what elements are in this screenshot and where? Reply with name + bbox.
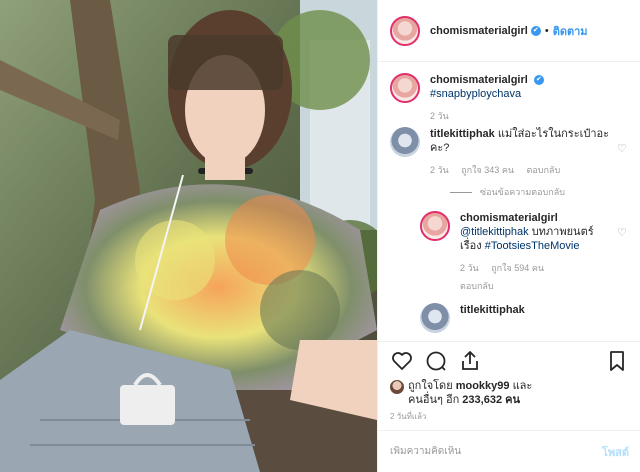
- reply-likes[interactable]: ถูกใจ 594 คน: [491, 263, 544, 273]
- reply-like-heart-icon[interactable]: ♡: [617, 227, 629, 239]
- reply-avatar[interactable]: [420, 211, 450, 241]
- comment-icon[interactable]: [424, 349, 448, 373]
- post-photo[interactable]: [0, 0, 377, 472]
- verified-badge-icon: ✔: [530, 25, 541, 36]
- commenter-avatar[interactable]: [390, 127, 420, 157]
- caption-hashtag[interactable]: #snapbyploychava: [430, 88, 521, 100]
- reply-reply-button[interactable]: ตอบกลับ: [460, 279, 494, 293]
- comment-reply-button[interactable]: ตอบกลับ: [527, 165, 561, 175]
- likes-text: ถูกใจโดย mookky99 และ คนอื่นๆ อีก 233,63…: [408, 379, 532, 407]
- liker-username[interactable]: mookky99: [456, 380, 510, 392]
- post-side-panel: chomismaterialgirl ✔ • ติดตาม chomismate…: [377, 0, 640, 472]
- reply-avatar[interactable]: [420, 303, 450, 333]
- add-comment-bar: โพสต์: [378, 430, 640, 472]
- heart-icon[interactable]: [390, 349, 414, 373]
- post-age[interactable]: 2 วันที่แล้ว: [390, 410, 426, 423]
- comment-input[interactable]: [390, 446, 602, 457]
- likes-middle: และ: [509, 380, 533, 392]
- comment-item: titlekittiphak แม่ใส่อะไรในกระเป๋าอะคะ? …: [390, 127, 629, 177]
- reply-username[interactable]: chomismaterialgirl: [460, 212, 558, 224]
- follow-button[interactable]: ติดตาม: [553, 22, 588, 40]
- caption-comment: chomismaterialgirl ✔ #snapbyploychava 2 …: [390, 73, 629, 123]
- hide-replies-toggle[interactable]: ซ่อนข้อความตอบกลับ: [450, 185, 629, 199]
- header-separator: •: [544, 24, 549, 37]
- comment-username[interactable]: titlekittiphak: [430, 128, 495, 140]
- hide-replies-label: ซ่อนข้อความตอบกลับ: [480, 187, 565, 197]
- post-header: chomismaterialgirl ✔ • ติดตาม: [378, 0, 640, 62]
- comment-like-heart-icon[interactable]: ♡: [617, 143, 629, 155]
- reply-username[interactable]: titlekittiphak: [460, 304, 525, 316]
- reply-mention[interactable]: @titlekittiphak: [460, 226, 529, 238]
- reply-hashtag[interactable]: #TootsiesTheMovie: [485, 240, 580, 252]
- author-avatar[interactable]: [390, 15, 420, 46]
- post-photo-illustration: [0, 0, 377, 472]
- likes-summary: ถูกใจโดย mookky99 และ คนอื่นๆ อีก 233,63…: [390, 379, 630, 407]
- bookmark-icon[interactable]: [605, 349, 629, 373]
- reply-time[interactable]: 2 วัน: [460, 263, 479, 273]
- comment-likes[interactable]: ถูกใจ 343 คน: [461, 165, 514, 175]
- liker-avatar[interactable]: [390, 380, 404, 394]
- comments-list[interactable]: chomismaterialgirl ✔ #snapbyploychava 2 …: [378, 63, 640, 341]
- reply-meta: 2 วัน ถูกใจ 594 คน ตอบกลับ: [460, 261, 611, 293]
- caption-time[interactable]: 2 วัน: [430, 111, 449, 121]
- likes-others-count[interactable]: 233,632 คน: [462, 394, 520, 406]
- reply-item: titlekittiphak: [420, 303, 629, 333]
- post-comment-button[interactable]: โพสต์: [602, 443, 629, 461]
- comment-time[interactable]: 2 วัน: [430, 165, 449, 175]
- verified-badge-icon: ✔: [533, 75, 544, 86]
- post-actions-bar: [378, 341, 640, 379]
- share-icon[interactable]: [458, 349, 482, 373]
- hide-replies-line: [450, 191, 472, 193]
- reply-item: chomismaterialgirl @titlekittiphak บทภาพ…: [420, 211, 629, 293]
- comment-meta: 2 วัน ถูกใจ 343 คน ตอบกลับ: [430, 163, 611, 177]
- likes-others-prefix: คนอื่นๆ อีก: [408, 394, 463, 406]
- caption-meta: 2 วัน: [430, 109, 629, 123]
- caption-username[interactable]: chomismaterialgirl: [430, 74, 528, 86]
- author-username[interactable]: chomismaterialgirl: [430, 25, 528, 37]
- likes-prefix: ถูกใจโดย: [408, 380, 456, 392]
- caption-avatar[interactable]: [390, 73, 420, 103]
